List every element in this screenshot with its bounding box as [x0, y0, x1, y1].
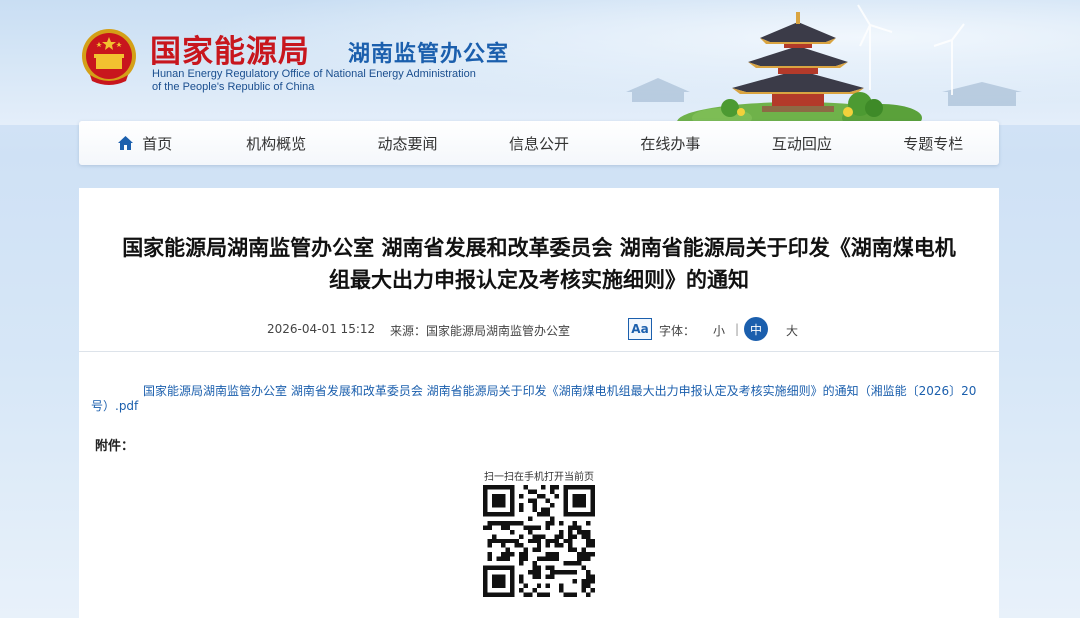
- meta-divider: [79, 351, 999, 352]
- font-size-label: 字体：: [659, 324, 696, 338]
- nav-item-label: 互动回应: [771, 134, 832, 153]
- english-title-line-1: Hunan Energy Regulatory Office of Nation…: [152, 68, 476, 80]
- font-size-medium-button[interactable]: 中: [744, 317, 768, 341]
- nav-item-label: 在线办事: [640, 134, 701, 153]
- nav-item-interaction[interactable]: 互动回应: [736, 121, 867, 165]
- article-card: 国家能源局湖南监管办公室 湖南省发展和改革委员会 湖南省能源局关于印发《湖南煤电…: [79, 188, 999, 618]
- source-name: 国家能源局湖南监管办公室: [426, 324, 571, 338]
- font-size-large-button[interactable]: 大: [786, 322, 798, 339]
- nav-item-home[interactable]: 首页: [79, 121, 210, 165]
- publish-date: 2026-04-01 15:12: [267, 322, 376, 336]
- office-subtitle: 湖南监管办公室: [348, 42, 510, 67]
- nav-item-label: 信息公开: [508, 134, 569, 153]
- english-title-line-2: of the People's Republic of China: [152, 81, 315, 93]
- home-icon: [118, 136, 134, 150]
- qr-caption: 扫一扫在手机打开当前页: [484, 472, 594, 483]
- qr-code-icon: [483, 485, 595, 597]
- nav-item-online-services[interactable]: 在线办事: [605, 121, 736, 165]
- article-meta: 2026-04-01 15:12 来源： 国家能源局湖南监管办公室 Aa 字体：…: [79, 317, 999, 341]
- font-size-separator: |: [735, 322, 740, 336]
- source-label: 来源：: [390, 324, 427, 338]
- main-nav: 首页 机构概览 动态要闻 信息公开 在线办事 互动回应 专题专栏: [79, 121, 999, 165]
- nav-item-special-topics[interactable]: 专题专栏: [868, 121, 999, 165]
- nav-item-overview[interactable]: 机构概览: [210, 121, 341, 165]
- english-title: Hunan Energy Regulatory Office of Nation…: [152, 68, 476, 94]
- article-title-line-2: 组最大出力申报认定及考核实施细则》的通知: [329, 268, 749, 292]
- article-title-line-1: 国家能源局湖南监管办公室 湖南省发展和改革委员会 湖南省能源局关于印发《湖南煤电…: [122, 236, 956, 260]
- nav-item-news[interactable]: 动态要闻: [342, 121, 473, 165]
- site-title: 国家能源局: [150, 34, 310, 70]
- nav-item-label: 首页: [142, 134, 173, 153]
- national-emblem-icon: [82, 29, 136, 85]
- nav-item-label: 机构概览: [246, 134, 307, 153]
- nav-item-disclosure[interactable]: 信息公开: [473, 121, 604, 165]
- nav-item-label: 专题专栏: [903, 134, 964, 153]
- article-title: 国家能源局湖南监管办公室 湖南省发展和改革委员会 湖南省能源局关于印发《湖南煤电…: [79, 232, 999, 296]
- attachment-label: 附件：: [95, 439, 135, 454]
- pavilion-illustration: [626, 4, 1022, 125]
- attachment-pdf-link[interactable]: 国家能源局湖南监管办公室 湖南省发展和改革委员会 湖南省能源局关于印发《湖南煤电…: [91, 384, 987, 414]
- font-size-toggle-button[interactable]: Aa: [628, 318, 652, 340]
- nav-item-label: 动态要闻: [377, 134, 438, 153]
- header-banner: 国家能源局 湖南监管办公室 Hunan Energy Regulatory Of…: [0, 0, 1080, 125]
- font-size-small-button[interactable]: 小: [713, 322, 725, 339]
